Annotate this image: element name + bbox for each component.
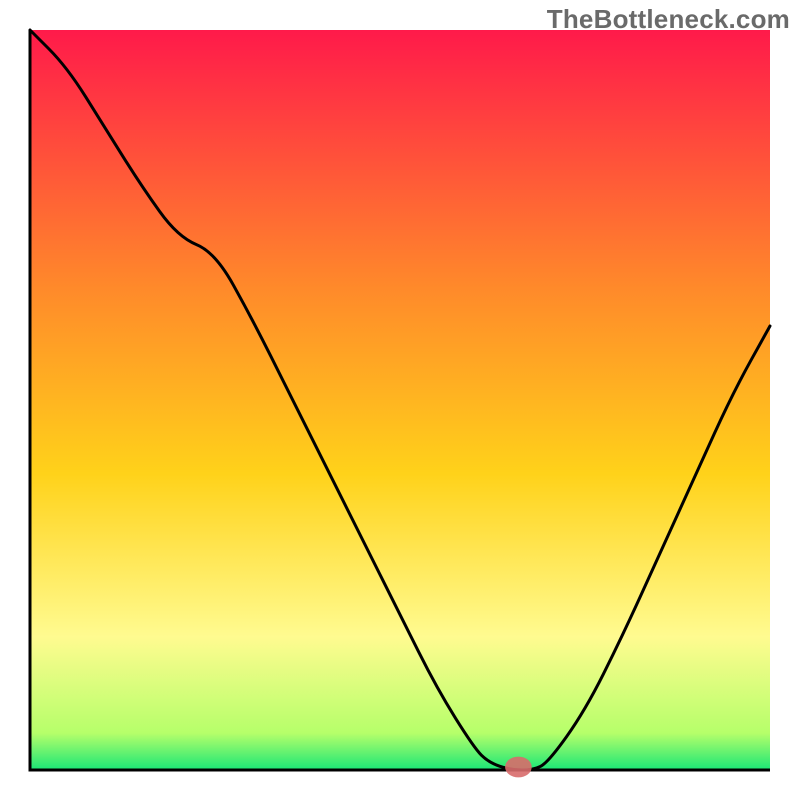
bottleneck-chart [0,0,800,800]
chart-container: TheBottleneck.com [0,0,800,800]
watermark-text: TheBottleneck.com [547,4,790,35]
plot-background [30,30,770,770]
optimum-marker [505,757,532,778]
